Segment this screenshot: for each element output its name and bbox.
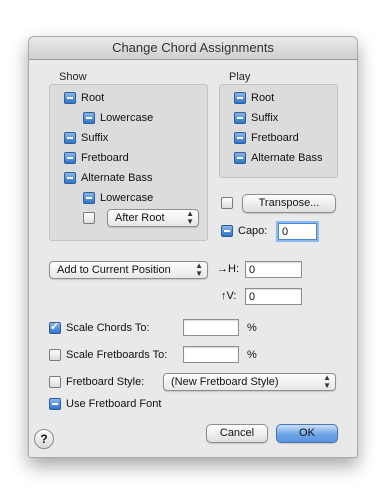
fretboard-style-checkbox[interactable]: Fretboard Style: <box>49 374 144 390</box>
scale-chords-checkbox[interactable]: Scale Chords To: <box>49 319 150 336</box>
change-chord-assignments-dialog: Change Chord Assignments Show Root Lower… <box>28 36 358 458</box>
select-arrows-icon: ▲ ▼ <box>186 209 194 226</box>
show-suffix-checkbox[interactable]: Suffix <box>64 130 108 146</box>
scale-chords-label: Scale Chords To: <box>66 322 150 334</box>
use-fretboard-font-label: Use Fretboard Font <box>66 398 162 410</box>
transpose-checkbox[interactable] <box>221 195 238 211</box>
checkbox-empty-icon <box>221 197 233 209</box>
position-select-value: Add to Current Position <box>57 264 171 276</box>
checkbox-mixed-icon <box>49 398 61 410</box>
checkbox-mixed-icon <box>234 112 246 124</box>
scale-fretboards-checkbox[interactable]: Scale Fretboards To: <box>49 347 167 363</box>
play-group: Root Suffix Fretboard Alternate Bass <box>219 84 338 178</box>
cancel-button[interactable]: Cancel <box>206 424 268 443</box>
checkbox-mixed-icon <box>64 152 76 164</box>
fretboard-style-select[interactable]: (New Fretboard Style) ▲ ▼ <box>163 373 336 391</box>
show-group: Root Lowercase Suffix Fretboard Alternat… <box>49 84 208 241</box>
capo-label: Capo: <box>238 225 268 237</box>
fretboard-style-label: Fretboard Style: <box>66 376 145 388</box>
help-button[interactable]: ? <box>34 429 54 449</box>
show-bass-lowercase-label: Lowercase <box>100 192 154 204</box>
ok-button[interactable]: OK <box>276 424 338 443</box>
play-suffix-label: Suffix <box>251 112 279 124</box>
show-root-checkbox[interactable]: Root <box>64 90 104 106</box>
use-fretboard-font-checkbox[interactable]: Use Fretboard Font <box>49 396 161 412</box>
show-root-lowercase-label: Lowercase <box>100 112 154 124</box>
show-suffix-label: Suffix <box>81 132 109 144</box>
play-fretboard-label: Fretboard <box>251 132 299 144</box>
show-group-label: Show <box>59 71 87 83</box>
show-fretboard-checkbox[interactable]: Fretboard <box>64 150 129 166</box>
show-bass-lowercase-checkbox[interactable]: Lowercase <box>83 190 153 206</box>
show-alternate-bass-checkbox[interactable]: Alternate Bass <box>64 170 153 186</box>
show-bass-position-checkbox[interactable] <box>83 210 100 226</box>
after-root-select-value: After Root <box>115 212 165 224</box>
transpose-button[interactable]: Transpose... <box>242 194 336 213</box>
scale-chords-field[interactable] <box>183 319 239 336</box>
v-offset-field[interactable]: 0 <box>245 288 302 305</box>
scale-chords-unit: % <box>247 322 257 334</box>
play-root-checkbox[interactable]: Root <box>234 90 274 106</box>
checkbox-mixed-icon <box>64 132 76 144</box>
show-root-lowercase-checkbox[interactable]: Lowercase <box>83 110 153 126</box>
checkbox-mixed-icon <box>83 192 95 204</box>
checkbox-mixed-icon <box>234 92 246 104</box>
checkbox-mixed-icon <box>234 152 246 164</box>
select-arrows-icon: ▲ ▼ <box>195 261 203 278</box>
scale-fretboards-label: Scale Fretboards To: <box>66 349 168 361</box>
checkbox-mixed-icon <box>221 225 233 237</box>
checkbox-checked-icon <box>49 319 61 335</box>
scale-fretboards-field[interactable] <box>183 346 239 363</box>
play-suffix-checkbox[interactable]: Suffix <box>234 110 278 126</box>
h-offset-label: →H: <box>217 263 239 275</box>
checkbox-empty-icon <box>83 212 95 224</box>
h-offset-field[interactable]: 0 <box>245 261 302 278</box>
play-root-label: Root <box>251 92 275 104</box>
dialog-title: Change Chord Assignments <box>29 37 357 60</box>
capo-field[interactable]: 0 <box>278 223 317 240</box>
checkbox-mixed-icon <box>234 132 246 144</box>
v-offset-label: ↑V: <box>221 290 237 302</box>
show-alternate-bass-label: Alternate Bass <box>81 172 153 184</box>
checkbox-empty-icon <box>49 376 61 388</box>
scale-fretboards-unit: % <box>247 349 257 361</box>
capo-checkbox[interactable]: Capo: <box>221 223 267 239</box>
play-alternate-bass-label: Alternate Bass <box>251 152 323 164</box>
play-group-label: Play <box>229 71 251 83</box>
show-fretboard-label: Fretboard <box>81 152 129 164</box>
position-select[interactable]: Add to Current Position ▲ ▼ <box>49 261 208 279</box>
fretboard-style-select-value: (New Fretboard Style) <box>171 376 279 388</box>
select-arrows-icon: ▲ ▼ <box>323 373 331 390</box>
checkbox-empty-icon <box>49 349 61 361</box>
checkbox-mixed-icon <box>83 112 95 124</box>
show-root-label: Root <box>81 92 105 104</box>
checkbox-mixed-icon <box>64 172 76 184</box>
play-fretboard-checkbox[interactable]: Fretboard <box>234 130 299 146</box>
play-alternate-bass-checkbox[interactable]: Alternate Bass <box>234 150 323 166</box>
after-root-select[interactable]: After Root ▲ ▼ <box>107 209 199 227</box>
checkbox-mixed-icon <box>64 92 76 104</box>
